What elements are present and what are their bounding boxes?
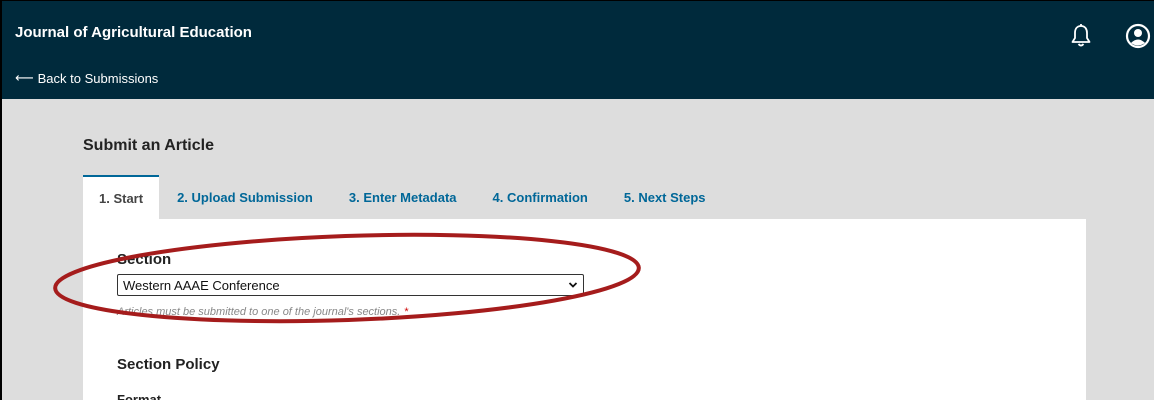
section-select[interactable]: Western AAAE Conference (117, 274, 584, 296)
page-title: Submit an Article (83, 137, 214, 154)
chevron-down-icon (568, 282, 578, 288)
bell-icon[interactable] (1069, 23, 1093, 49)
journal-title[interactable]: Journal of Agricultural Education (15, 24, 252, 41)
tab-start[interactable]: 1. Start (83, 175, 160, 219)
section-help-label: Articles must be submitted to one of the… (117, 306, 401, 318)
submission-steps-tabs: 1. Start 2. Upload Submission 3. Enter M… (83, 175, 724, 219)
section-select-value: Western AAAE Conference (123, 277, 280, 293)
back-arrow-icon: ⟵ (15, 70, 34, 85)
back-link-label: Back to Submissions (37, 70, 159, 86)
section-label: Section (117, 251, 172, 268)
user-icon[interactable] (1125, 23, 1151, 49)
tab-enter-metadata[interactable]: 3. Enter Metadata (331, 175, 475, 219)
section-policy-title: Section Policy (117, 356, 220, 373)
tab-next-steps[interactable]: 5. Next Steps (606, 175, 724, 219)
section-help-text: Articles must be submitted to one of the… (117, 306, 409, 318)
tab-confirmation[interactable]: 4. Confirmation (475, 175, 606, 219)
tab-upload-submission[interactable]: 2. Upload Submission (159, 175, 331, 219)
back-to-submissions-link[interactable]: ⟵ Back to Submissions (15, 70, 158, 86)
required-mark: * (404, 306, 409, 318)
format-label: Format (117, 392, 162, 400)
header-bar: Journal of Agricultural Education ⟵ Back… (2, 1, 1154, 99)
app-frame: Journal of Agricultural Education ⟵ Back… (0, 0, 1154, 400)
